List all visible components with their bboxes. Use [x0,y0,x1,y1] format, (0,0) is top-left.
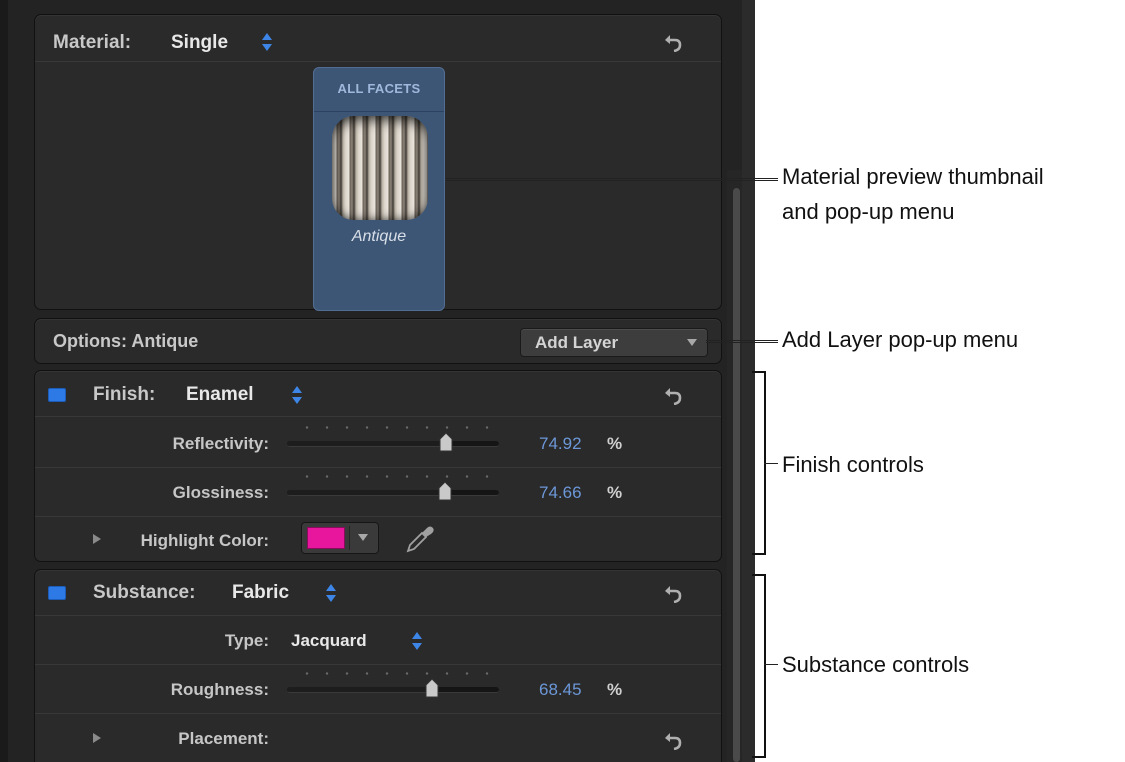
inspector-panel: Material: Single ALL FACETS Antique Opti… [0,0,755,762]
reflectivity-label: Reflectivity: [172,434,269,453]
glossiness-slider[interactable] [287,474,499,504]
material-thumbnail[interactable] [332,116,428,220]
popup-arrow-icon[interactable] [358,534,368,541]
eyedropper-icon[interactable] [403,522,437,556]
row-separator [35,516,721,517]
disclosure-triangle-icon[interactable] [93,733,101,743]
reset-arrow-icon[interactable] [663,385,683,405]
substance-separator [35,615,721,616]
material-title: Material: [53,32,132,53]
finish-enable-checkbox[interactable] [48,388,66,402]
options-section: Options: Antique Add Layer [34,318,722,364]
highlight-color-well[interactable] [301,522,379,554]
reset-arrow-icon[interactable] [663,32,683,52]
substance-value[interactable]: Fabric [232,582,289,604]
preview-callout-line [446,178,778,181]
roughness-label: Roughness: [170,680,269,699]
substance-callout: Substance controls [782,652,970,677]
placement-label: Placement: [178,729,269,748]
finish-value[interactable]: Enamel [186,384,254,406]
finish-callout: Finish controls [782,452,924,477]
preview-callout-line-1: Material preview thumbnail [782,164,1044,189]
disclosure-triangle-icon[interactable] [93,534,101,544]
highlight-color-swatch[interactable] [307,527,345,549]
slider-ticks [297,474,489,479]
slider-thumb[interactable] [423,677,441,699]
add-layer-callout: Add Layer pop-up menu [782,327,1019,352]
slider-fill [287,687,433,692]
updown-arrows-icon[interactable] [261,31,273,53]
slider-track [287,687,499,693]
slider-thumb[interactable] [437,431,455,453]
slider-track [287,490,499,496]
substance-bracket-tick [764,664,778,666]
updown-arrows-icon[interactable] [291,384,303,406]
finish-title: Finish: [93,384,156,405]
substance-bracket [752,574,766,758]
type-value[interactable]: Jacquard [291,631,367,651]
slider-thumb[interactable] [436,480,454,502]
material-value[interactable]: Single [171,32,228,54]
finish-bracket-tick [764,463,778,465]
row-separator [35,467,721,468]
slider-ticks [297,425,489,430]
glossiness-value[interactable]: 74.66 [539,483,582,503]
substance-enable-checkbox[interactable] [48,586,66,600]
roughness-value[interactable]: 68.45 [539,680,582,700]
add-layer-popup[interactable]: Add Layer [520,328,708,357]
panel-left-edge [0,0,8,762]
options-title: Options: Antique [53,331,199,351]
add-layer-label: Add Layer [535,333,619,352]
updown-arrows-icon[interactable] [411,630,423,652]
popup-arrow-icon [687,339,697,346]
row-separator [35,664,721,665]
glossiness-label: Glossiness: [172,483,269,502]
material-preview-tile[interactable]: ALL FACETS Antique [313,67,445,311]
updown-arrows-icon[interactable] [325,582,337,604]
slider-ticks [297,671,489,676]
scrollbar-thumb[interactable] [733,188,740,762]
material-separator [35,61,721,62]
add-layer-callout-line [706,340,778,343]
reset-arrow-icon[interactable] [663,583,683,603]
roughness-slider[interactable] [287,671,499,701]
material-section: Material: Single ALL FACETS Antique [34,14,722,311]
substance-title: Substance: [93,582,196,603]
slider-fill [287,441,446,446]
colorwell-divider [349,526,350,550]
highlight-color-label: Highlight Color: [140,531,269,550]
glossiness-unit: % [607,483,623,502]
finish-section: Finish: Enamel Reflectivity: 74.92 % Glo… [34,370,722,562]
reset-arrow-icon[interactable] [663,730,683,750]
row-separator [35,713,721,714]
reflectivity-unit: % [607,434,623,453]
reflectivity-slider[interactable] [287,425,499,455]
substance-section: Substance: Fabric Type: Jacquard Roughne… [34,569,722,762]
reflectivity-value[interactable]: 74.92 [539,434,582,454]
roughness-unit: % [607,680,623,699]
slider-fill [287,490,446,495]
material-preset-name: Antique [351,228,407,245]
preview-callout-line-2: and pop-up menu [782,199,955,224]
tile-header: ALL FACETS [314,68,444,112]
finish-separator [35,416,721,417]
slider-track [287,441,499,447]
type-label: Type: [224,631,269,650]
